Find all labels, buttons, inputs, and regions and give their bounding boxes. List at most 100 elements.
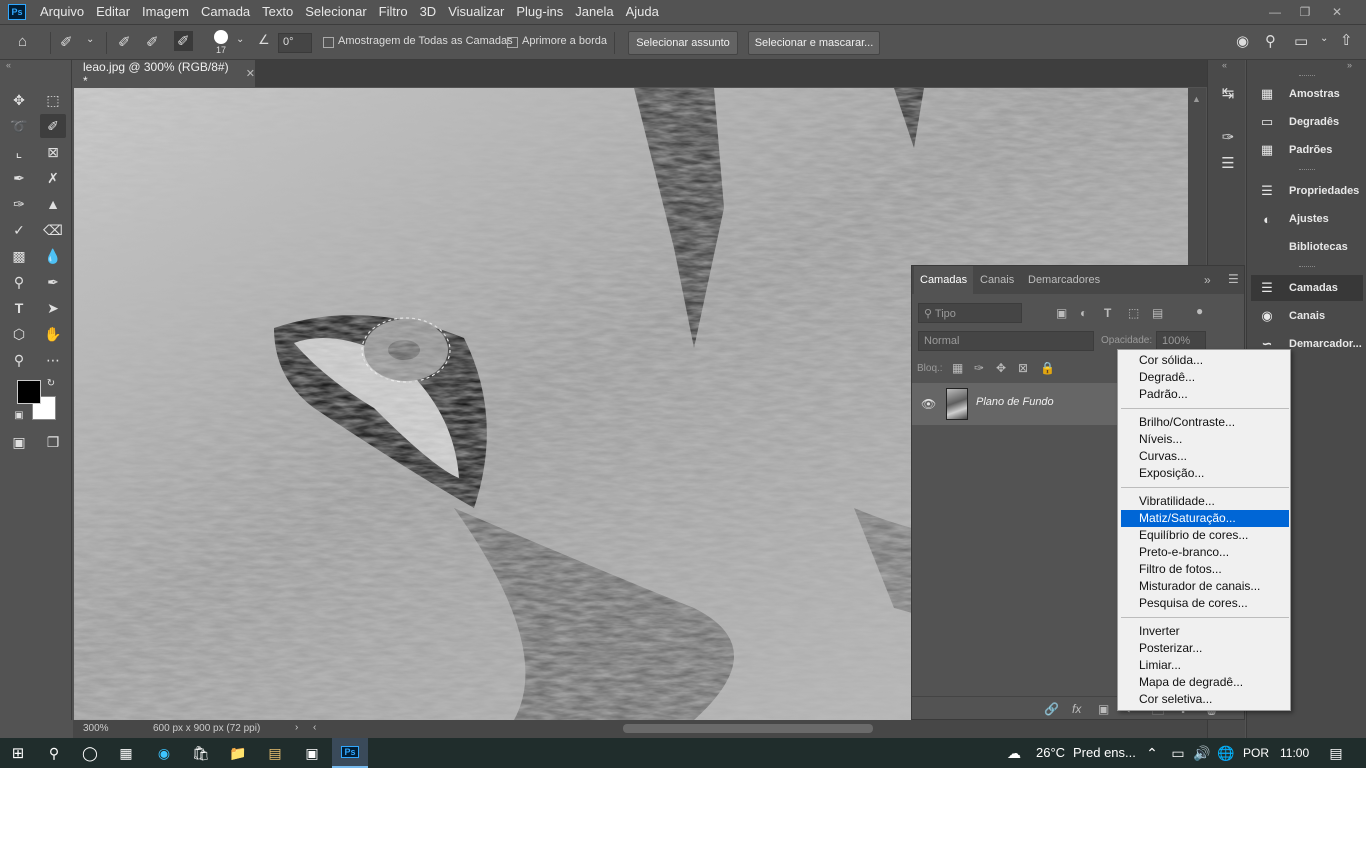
clock[interactable]: 11:00 <box>1280 738 1309 768</box>
adjust-settings-icon[interactable]: ☰ <box>1217 152 1239 174</box>
lock-artboard-icon[interactable]: ⊠ <box>1018 361 1028 375</box>
menu-texto[interactable]: Texto <box>256 0 299 24</box>
panel-collapse-icon[interactable]: » <box>1204 273 1211 287</box>
notifications-icon[interactable]: ▤ <box>1318 738 1354 768</box>
menu-filtro[interactable]: Filtro <box>373 0 414 24</box>
language[interactable]: POR <box>1243 738 1269 768</box>
menu-vibratilidade[interactable]: Vibratilidade... <box>1121 493 1289 510</box>
gradient-tool-icon[interactable]: ▩ <box>6 244 32 268</box>
menu-visualizar[interactable]: Visualizar <box>442 0 510 24</box>
menu-pesquisa-de-cores[interactable]: Pesquisa de cores... <box>1121 595 1289 612</box>
healing-tool-icon[interactable]: ✗ <box>40 166 66 190</box>
panel-canais[interactable]: ◉ Canais <box>1251 303 1363 329</box>
pen-tool-icon[interactable]: ✒ <box>40 270 66 294</box>
filter-type-icon[interactable]: T <box>1104 306 1111 320</box>
home-icon[interactable]: ⌂ <box>18 33 27 50</box>
menu-filtro-de-fotos[interactable]: Filtro de fotos... <box>1121 561 1289 578</box>
menu-mapa-de-degrade[interactable]: Mapa de degradê... <box>1121 674 1289 691</box>
restore-icon[interactable]: ❐ <box>1290 0 1320 24</box>
default-colors-icon[interactable]: ▣ <box>12 408 26 422</box>
app-icon-2[interactable]: ▣ <box>294 738 330 768</box>
lock-transparent-icon[interactable]: ▦ <box>952 361 963 375</box>
filter-toggle-icon[interactable]: ● <box>1196 304 1203 318</box>
zoom-level[interactable]: 300% <box>83 723 109 734</box>
lasso-tool-icon[interactable]: ➰ <box>6 114 32 138</box>
quick-mask-icon[interactable]: ▣ <box>6 430 32 454</box>
menu-cor-seletiva[interactable]: Cor seletiva... <box>1121 691 1289 708</box>
panel-amostras[interactable]: ▦ Amostras <box>1251 81 1363 107</box>
eraser-tool-icon[interactable]: ⌫ <box>40 218 66 242</box>
path-selection-tool-icon[interactable]: ➤ <box>40 296 66 320</box>
menu-curvas[interactable]: Curvas... <box>1121 448 1289 465</box>
tab-demarcadores[interactable]: Demarcadores <box>1022 266 1106 294</box>
swap-colors-icon[interactable]: ↻ <box>44 376 58 390</box>
workspace-icon[interactable]: ▭ <box>1294 32 1308 50</box>
scroll-left-icon[interactable]: ‹ <box>313 722 316 733</box>
panel-propriedades[interactable]: ☰ Propriedades <box>1251 178 1363 204</box>
lock-all-icon[interactable]: 🔒 <box>1040 361 1055 375</box>
opacity-field[interactable]: 100% <box>1156 331 1206 351</box>
menu-arquivo[interactable]: Arquivo <box>34 0 90 24</box>
tab-canais[interactable]: Canais <box>974 266 1020 294</box>
workspace-chevron-icon[interactable]: ⌄ <box>1320 33 1328 44</box>
move-tool-icon[interactable]: ✥ <box>6 88 32 112</box>
menu-limiar[interactable]: Limiar... <box>1121 657 1289 674</box>
add-to-selection-icon[interactable]: ✐ <box>146 33 159 51</box>
menu-inverter[interactable]: Inverter <box>1121 623 1289 640</box>
weather-text[interactable]: Pred ens... <box>1073 738 1136 768</box>
cortana-icon[interactable]: ◯ <box>72 738 108 768</box>
tab-close-icon[interactable]: ✕ <box>246 67 255 80</box>
enhance-edge-checkbox[interactable] <box>507 37 518 48</box>
menu-camada[interactable]: Camada <box>195 0 256 24</box>
search-icon[interactable]: ⚲ <box>36 738 72 768</box>
panel-ajustes[interactable]: ◐ Ajustes <box>1251 206 1363 232</box>
menu-ajuda[interactable]: Ajuda <box>620 0 665 24</box>
menu-imagem[interactable]: Imagem <box>136 0 195 24</box>
menu-posterizar[interactable]: Posterizar... <box>1121 640 1289 657</box>
menu-equilibrio-de-cores[interactable]: Equilíbrio de cores... <box>1121 527 1289 544</box>
link-layers-icon[interactable]: 🔗 <box>1044 702 1059 716</box>
close-icon[interactable]: ✕ <box>1322 0 1352 24</box>
filter-shape-icon[interactable]: ⬚ <box>1128 306 1139 320</box>
panel-padroes[interactable]: ▦ Padrões <box>1251 137 1363 163</box>
marquee-tool-icon[interactable]: ⬚ <box>40 88 66 112</box>
filter-smart-object-icon[interactable]: ▤ <box>1152 306 1163 320</box>
panel-bibliotecas[interactable]: Bibliotecas <box>1251 234 1363 260</box>
history-brush-tool-icon[interactable]: ✓ <box>6 218 32 242</box>
brush-tool-icon[interactable]: ✑ <box>6 192 32 216</box>
file-explorer-icon[interactable]: 📁 <box>220 738 256 768</box>
menu-padrao[interactable]: Padrão... <box>1121 386 1289 403</box>
lock-position-icon[interactable]: ✥ <box>996 361 1006 375</box>
brush-size-chevron-icon[interactable]: ⌄ <box>236 34 244 45</box>
add-mask-icon[interactable]: ▣ <box>1098 702 1109 716</box>
menu-brilho-contraste[interactable]: Brilho/Contraste... <box>1121 414 1289 431</box>
stamp-tool-icon[interactable]: ▲ <box>40 192 66 216</box>
screen-mode-icon[interactable]: ❐ <box>40 430 66 454</box>
filter-adjustment-icon[interactable]: ◐ <box>1080 306 1087 320</box>
network-icon[interactable]: 🌐 <box>1212 738 1240 768</box>
store-icon[interactable]: 🛍 <box>183 738 219 768</box>
type-tool-icon[interactable]: T <box>6 296 32 320</box>
sample-all-layers-checkbox[interactable] <box>323 37 334 48</box>
task-view-icon[interactable]: ▦ <box>108 738 144 768</box>
temperature[interactable]: 26°C <box>1036 738 1065 768</box>
more-tools-icon[interactable]: ⋯ <box>40 348 66 372</box>
menu-niveis[interactable]: Níveis... <box>1121 431 1289 448</box>
tray-chevron-icon[interactable]: ⌃ <box>1138 738 1166 768</box>
brush-preview-icon[interactable] <box>214 30 228 44</box>
frame-tool-icon[interactable]: ⊠ <box>40 140 66 164</box>
hand-tool-icon[interactable]: ✋ <box>40 322 66 346</box>
menu-matiz-saturacao[interactable]: Matiz/Saturação... <box>1121 510 1289 527</box>
app-icon[interactable]: ▤ <box>257 738 293 768</box>
subtract-from-selection-icon[interactable]: ✐ <box>174 31 193 51</box>
expand-panels-icon[interactable]: » <box>1347 60 1352 70</box>
search-icon[interactable]: ⚲ <box>1265 32 1276 50</box>
lock-pixels-icon[interactable]: ✑ <box>974 361 984 375</box>
crop-tool-icon[interactable]: ⌞ <box>6 140 32 164</box>
foreground-color-swatch[interactable] <box>17 380 41 404</box>
panel-menu-icon[interactable]: ☰ <box>1228 272 1239 286</box>
new-selection-icon[interactable]: ✐ <box>118 33 131 51</box>
edge-icon[interactable]: ◉ <box>146 738 182 768</box>
menu-plugins[interactable]: Plug-ins <box>510 0 569 24</box>
menu-cor-solida[interactable]: Cor sólida... <box>1121 352 1289 369</box>
